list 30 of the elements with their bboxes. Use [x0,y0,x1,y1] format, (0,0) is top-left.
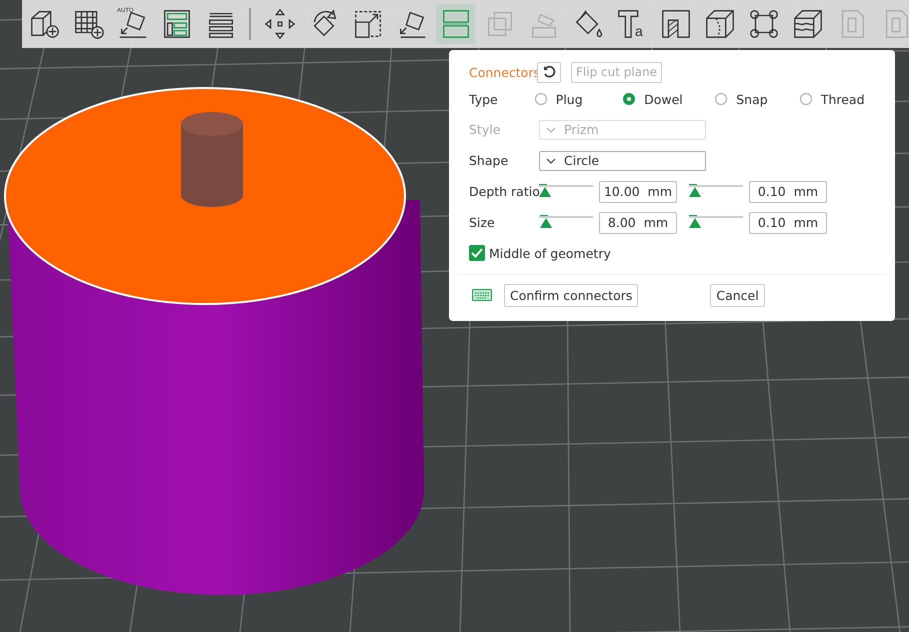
reset-button[interactable] [537,62,561,82]
slider-thumb[interactable] [539,184,551,198]
type-radio[interactable]: Dowel [623,92,716,106]
type-radio[interactable]: Thread [800,92,875,106]
slider-thumb[interactable] [540,214,552,228]
undo-icon [542,65,556,79]
value-field[interactable]: 0.10 mm [749,212,827,234]
type-label: Type [469,92,499,106]
move-icon [262,7,296,41]
keyboard-icon[interactable] [472,289,492,301]
type-radio[interactable]: Plug [534,92,624,106]
type-radio[interactable]: Snap [715,92,800,106]
slider-label: Depth ratio [469,184,539,199]
cancel-button[interactable]: Cancel [710,284,765,306]
confirm-connectors-button[interactable]: Confirm connectors [504,284,638,306]
shape-dropdown[interactable]: Circle [539,150,706,170]
shape-label: Shape [469,153,510,168]
style-label: Style [469,122,502,137]
value-field[interactable]: 0.10 mm [749,180,827,202]
slider-thumb[interactable] [689,214,701,228]
slider-label: Size [469,215,496,230]
toolbar-button[interactable]: a [612,4,651,44]
value-field[interactable]: 8.00 mm [599,212,677,234]
panel-title: Connectors [469,64,537,80]
chevron-down-icon [546,158,556,164]
checkbox-label: Middle of geometry [489,246,611,260]
chevron-down-icon [546,126,556,132]
slider-thumb[interactable] [689,184,701,198]
value-field[interactable]: 10.00 mm [599,180,677,202]
checkbox[interactable] [469,245,485,261]
